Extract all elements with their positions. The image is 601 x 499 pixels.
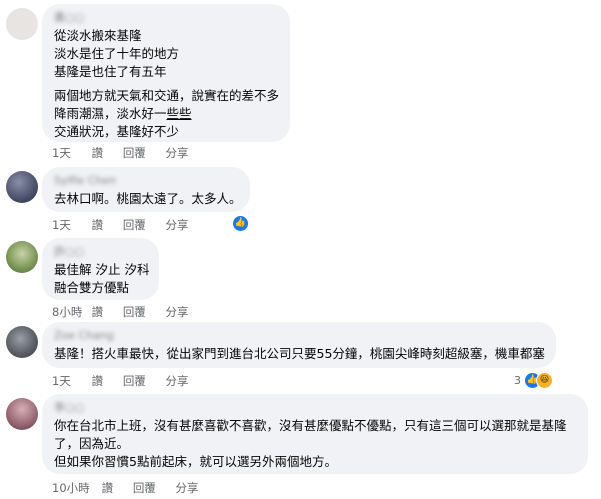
comment-text: 交通狀況，基隆好不少 <box>54 124 180 139</box>
haha-icon: 😆 <box>536 371 553 389</box>
timestamp[interactable]: 1天 <box>52 145 88 161</box>
comment-actions: 1天 讚 回覆 分享 <box>52 145 204 161</box>
share-button[interactable]: 分享 <box>175 480 198 496</box>
comment-bubble: 許○○ 最佳解 汐止 汐科 融合雙方優點 <box>42 238 159 300</box>
like-button[interactable]: 讚 <box>102 480 114 496</box>
comment-bubble: Zoe Chang 基隆！搭火車最快，從出家門到進台北公司只要55分鐘，桃園尖峰… <box>42 322 556 368</box>
comment-bubble: Sylfie Chen 去林口啊。桃園太遠了。太多人。 <box>42 167 250 212</box>
comment-text: 你在台北市上班，沒有甚麼喜歡不喜歡，沒有甚麼優點不優點，只有這三個可以選那就是基… <box>54 418 567 433</box>
reply-button[interactable]: 回覆 <box>123 217 146 233</box>
comment-actions: 8小時 讚 回覆 分享 <box>52 304 204 320</box>
like-button[interactable]: 讚 <box>92 145 104 161</box>
share-button[interactable]: 分享 <box>165 304 188 320</box>
commenter-name[interactable]: Zoe Chang <box>54 328 544 343</box>
comment-text: 兩個地方就天氣和交通，說實在的差不多 <box>54 88 280 103</box>
timestamp[interactable]: 8小時 <box>52 304 88 320</box>
commenter-name[interactable]: 許○○ <box>54 244 147 259</box>
comment-bubble: 李○○ 你在台北市上班，沒有甚麼喜歡不喜歡，沒有甚麼優點不優點，只有這三個可以選… <box>42 394 588 474</box>
like-button[interactable]: 讚 <box>92 304 104 320</box>
timestamp[interactable]: 1天 <box>52 217 88 233</box>
comment-text: 基隆是也住了有五年 <box>54 64 167 79</box>
comment-text: 降雨潮濕，淡水好一些些 <box>54 106 192 121</box>
reply-button[interactable]: 回覆 <box>123 373 146 389</box>
reaction-summary[interactable]: 3 👍 😆 <box>514 371 553 389</box>
comment-text: 融合雙方優點 <box>54 280 130 295</box>
timestamp[interactable]: 1天 <box>52 373 88 389</box>
comment-text: 從淡水搬來基隆 <box>54 28 142 43</box>
reaction-summary[interactable]: 👍 <box>232 214 249 232</box>
reply-button[interactable]: 回覆 <box>123 304 146 320</box>
like-button[interactable]: 讚 <box>92 217 104 233</box>
avatar[interactable] <box>6 326 38 358</box>
commenter-name[interactable]: 黃○○ <box>54 10 278 25</box>
comment-bubble: 黃○○ 從淡水搬來基隆 淡水是住了十年的地方 基隆是也住了有五年 兩個地方就天氣… <box>42 4 290 142</box>
avatar[interactable] <box>6 171 38 203</box>
like-icon: 👍 <box>232 214 249 232</box>
comment-text: 去林口啊。桃園太遠了。太多人。 <box>54 191 242 206</box>
comment-text: 最佳解 汐止 汐科 <box>54 262 150 277</box>
comment-actions: 10小時 讚 回覆 分享 <box>52 480 214 496</box>
timestamp[interactable]: 10小時 <box>52 480 98 496</box>
comment-actions: 1天 讚 回覆 分享 <box>52 373 204 389</box>
reply-button[interactable]: 回覆 <box>133 480 156 496</box>
like-button[interactable]: 讚 <box>92 373 104 389</box>
comment-text: 但如果你習慣5點前起床，就可以選另外兩個地方。 <box>54 454 337 469</box>
reaction-count: 3 <box>514 373 521 387</box>
comment-text: 淡水是住了十年的地方 <box>54 46 180 61</box>
share-button[interactable]: 分享 <box>165 145 188 161</box>
comment-text: 基隆！搭火車最快，從出家門到進台北公司只要55分鐘，桃園尖峰時刻超級塞，機車都塞 <box>54 346 545 361</box>
comment-actions: 1天 讚 回覆 分享 <box>52 217 204 233</box>
avatar[interactable] <box>6 241 38 273</box>
reply-button[interactable]: 回覆 <box>123 145 146 161</box>
share-button[interactable]: 分享 <box>165 217 188 233</box>
commenter-name[interactable]: 李○○ <box>54 400 576 415</box>
avatar[interactable] <box>6 8 38 40</box>
share-button[interactable]: 分享 <box>165 373 188 389</box>
commenter-name[interactable]: Sylfie Chen <box>54 173 238 188</box>
comment-text: 了，因為近。 <box>54 436 130 451</box>
avatar[interactable] <box>6 398 38 430</box>
